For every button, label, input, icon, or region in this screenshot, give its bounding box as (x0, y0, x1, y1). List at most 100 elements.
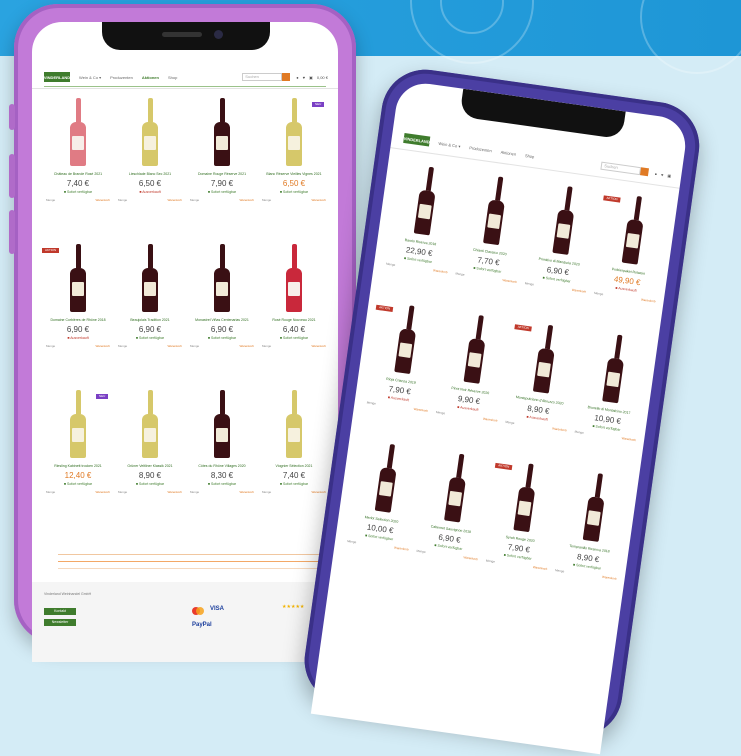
quantity-label[interactable]: Menge (505, 420, 515, 425)
product-card[interactable]: Lieschlade Blanc Sec 2021 6,50 € ■ Ausverk… (114, 96, 186, 242)
quantity-label[interactable]: Menge (347, 539, 357, 544)
wine-bottle-image[interactable] (142, 390, 158, 458)
quantity-label[interactable]: Menge (262, 490, 271, 494)
add-to-cart-link[interactable]: Warenkorb (167, 344, 182, 348)
shop-logo[interactable]: VINDERLAND (403, 132, 431, 147)
wine-bottle-image[interactable] (142, 98, 158, 166)
quantity-label[interactable]: Menge (574, 430, 584, 435)
product-card[interactable]: Château de Brande Rosé 2021 7,40 € ■ Sofor… (42, 96, 114, 242)
add-to-cart-link[interactable]: Warenkorb (311, 344, 326, 348)
add-to-cart-link[interactable]: Warenkorb (311, 490, 326, 494)
product-card[interactable]: Monastrel Viñas Centenarias 2021 6,90 € ■ … (186, 242, 258, 388)
product-card[interactable]: Côtes du Rhône Villages 2020 8,30 € ■ Sofo… (186, 388, 258, 534)
add-to-cart-link[interactable]: Warenkorb (621, 436, 636, 442)
quantity-label[interactable]: Menge (366, 400, 376, 405)
quantity-label[interactable]: Menge (190, 344, 199, 348)
search-button[interactable] (282, 73, 291, 81)
search-button[interactable] (640, 167, 650, 177)
quantity-label[interactable]: Menge (486, 558, 496, 563)
product-name[interactable]: Monastrel Viñas Centenarias 2021 (186, 318, 258, 322)
product-name[interactable]: Domaine Corbières de Rhône 2018 (42, 318, 114, 322)
wine-bottle-image[interactable] (444, 453, 469, 523)
product-card[interactable]: NEU Blanc Réserve Vieilles Vignes 2021 6,5… (258, 96, 330, 242)
add-to-cart-link[interactable]: Warenkorb (95, 198, 110, 202)
nav-link-wein[interactable]: Wein & Co ▾ (79, 75, 101, 80)
quantity-label[interactable]: Menge (262, 344, 271, 348)
quantity-label[interactable]: Menge (46, 490, 55, 494)
wine-bottle-image[interactable] (286, 244, 302, 312)
shop-logo[interactable]: VINDERLAND (44, 72, 70, 82)
quantity-label[interactable]: Menge (386, 262, 396, 267)
heart-icon[interactable]: ♥ (303, 75, 305, 80)
product-name[interactable]: Beaujolais Tradition 2021 (114, 318, 186, 322)
add-to-cart-link[interactable]: Warenkorb (239, 490, 254, 494)
product-card[interactable]: NEU Riesling Kabinett trocken 2021 12,40 €… (42, 388, 114, 534)
wine-bottle-image[interactable] (286, 98, 302, 166)
nav-link-aktionen[interactable]: Aktionen (142, 75, 159, 80)
add-to-cart-link[interactable]: Warenkorb (311, 198, 326, 202)
quantity-label[interactable]: Menge (455, 271, 465, 276)
add-to-cart-link[interactable]: Warenkorb (463, 555, 478, 561)
add-to-cart-link[interactable]: Warenkorb (167, 490, 182, 494)
quantity-label[interactable]: Menge (190, 490, 199, 494)
product-name[interactable]: Riesling Kabinett trocken 2021 (42, 464, 114, 468)
footer-contact-button[interactable]: Kontakt (44, 608, 76, 615)
wine-bottle-image[interactable] (413, 166, 439, 236)
add-to-cart-link[interactable]: Warenkorb (394, 546, 409, 552)
quantity-label[interactable]: Menge (594, 291, 604, 296)
user-icon[interactable]: ● (296, 75, 298, 80)
product-card[interactable]: Grüner Veltliner Klassik 2021 8,90 € ■ Sof… (114, 388, 186, 534)
wine-bottle-image[interactable] (142, 244, 158, 312)
wine-bottle-image[interactable] (374, 443, 400, 513)
product-name[interactable]: Grüner Veltliner Klassik 2021 (114, 464, 186, 468)
wine-bottle-image[interactable] (582, 472, 608, 542)
wine-bottle-image[interactable] (70, 244, 86, 312)
product-name[interactable]: Château de Brande Rosé 2021 (42, 172, 114, 176)
quantity-label[interactable]: Menge (118, 344, 127, 348)
add-to-cart-link[interactable]: Warenkorb (602, 575, 617, 581)
heart-icon[interactable]: ♥ (661, 172, 664, 177)
quantity-label[interactable]: Menge (416, 549, 426, 554)
nav-link-shop[interactable]: Shop (168, 75, 177, 80)
product-card[interactable]: Domaine Rouge Réserve 2021 7,90 € ■ Sofort… (186, 96, 258, 242)
quantity-label[interactable]: Menge (525, 281, 535, 286)
wine-bottle-image[interactable] (532, 324, 558, 394)
product-name[interactable]: Lieschlade Blanc Sec 2021 (114, 172, 186, 176)
add-to-cart-link[interactable]: Warenkorb (572, 288, 587, 294)
wine-bottle-image[interactable] (286, 390, 302, 458)
add-to-cart-link[interactable]: Warenkorb (239, 198, 254, 202)
nav-link-aktionen[interactable]: Aktionen (500, 149, 516, 156)
wine-bottle-image[interactable] (621, 195, 647, 265)
cart-icon[interactable]: ▣ (667, 173, 671, 178)
product-card[interactable]: Viognier Sélection 2021 7,40 € ■ Sofort ve… (258, 388, 330, 534)
wine-bottle-image[interactable] (463, 314, 489, 384)
product-card[interactable]: Rosé Rouge Nouveau 2021 6,40 € ■ Sofort ve… (258, 242, 330, 388)
add-to-cart-link[interactable]: Warenkorb (552, 426, 567, 432)
quantity-label[interactable]: Menge (190, 198, 199, 202)
wine-bottle-image[interactable] (70, 98, 86, 166)
add-to-cart-link[interactable]: Warenkorb (641, 298, 656, 304)
wine-bottle-image[interactable] (214, 98, 230, 166)
quantity-label[interactable]: Menge (555, 568, 565, 573)
quantity-label[interactable]: Menge (46, 198, 55, 202)
nav-link-shop[interactable]: Shop (525, 152, 535, 158)
product-name[interactable]: Viognier Sélection 2021 (258, 464, 330, 468)
wine-bottle-image[interactable] (513, 463, 538, 533)
wine-bottle-image[interactable] (483, 176, 508, 246)
wine-bottle-image[interactable] (214, 390, 230, 458)
wine-bottle-image[interactable] (602, 334, 627, 404)
product-card[interactable]: AKTION Domaine Corbières de Rhône 2018 6,9… (42, 242, 114, 388)
quantity-label[interactable]: Menge (436, 410, 446, 415)
quantity-label[interactable]: Menge (118, 198, 127, 202)
product-card[interactable]: Beaujolais Tradition 2021 6,90 € ■ Sofort … (114, 242, 186, 388)
add-to-cart-link[interactable]: Warenkorb (433, 268, 448, 274)
wine-bottle-image[interactable] (70, 390, 86, 458)
add-to-cart-link[interactable]: Warenkorb (483, 417, 498, 423)
quantity-label[interactable]: Menge (118, 490, 127, 494)
search-input[interactable]: Suchen (242, 73, 283, 81)
product-name[interactable]: Rosé Rouge Nouveau 2021 (258, 318, 330, 322)
nav-link-produzenten[interactable]: Produzenten (469, 145, 492, 153)
nav-link-wein[interactable]: Wein & Co ▾ (438, 140, 461, 148)
add-to-cart-link[interactable]: Warenkorb (167, 198, 182, 202)
product-name[interactable]: Domaine Rouge Réserve 2021 (186, 172, 258, 176)
